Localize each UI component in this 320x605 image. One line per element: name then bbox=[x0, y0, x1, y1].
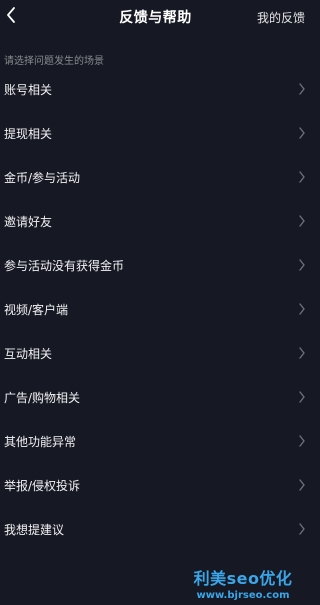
list-item-label: 我想提建议 bbox=[4, 523, 65, 537]
feedback-help-screen: 反馈与帮助 我的反馈 请选择问题发生的场景 账号相关 提现相关 金币/参与活动 … bbox=[0, 0, 311, 605]
watermark-url: www.bjrseo.com bbox=[196, 590, 290, 601]
list-item-interaction[interactable]: 互动相关 bbox=[0, 332, 311, 376]
chevron-right-icon bbox=[299, 171, 305, 183]
list-item-label: 金币/参与活动 bbox=[4, 171, 81, 185]
chevron-right-icon bbox=[299, 523, 305, 535]
list-item-label: 广告/购物相关 bbox=[4, 391, 81, 405]
scenario-list: 账号相关 提现相关 金币/参与活动 邀请好友 参与活动没有获得金币 视频/客户端… bbox=[0, 68, 311, 552]
list-item-video-client[interactable]: 视频/客户端 bbox=[0, 288, 311, 332]
nav-bar: 反馈与帮助 我的反馈 bbox=[0, 0, 311, 33]
list-item-invite-friends[interactable]: 邀请好友 bbox=[0, 200, 311, 244]
list-item-label: 参与活动没有获得金币 bbox=[4, 259, 125, 273]
chevron-right-icon bbox=[299, 127, 305, 139]
list-item-account[interactable]: 账号相关 bbox=[0, 68, 311, 112]
list-item-other-issues[interactable]: 其他功能异常 bbox=[0, 420, 311, 464]
chevron-right-icon bbox=[299, 479, 305, 491]
chevron-right-icon bbox=[299, 347, 305, 359]
list-item-label: 其他功能异常 bbox=[4, 435, 77, 449]
section-label: 请选择问题发生的场景 bbox=[4, 56, 104, 67]
watermark-title: 利美seo优化 bbox=[193, 569, 293, 588]
list-item-report[interactable]: 举报/侵权投诉 bbox=[0, 464, 311, 508]
chevron-right-icon bbox=[299, 435, 305, 447]
my-feedback-link[interactable]: 我的反馈 bbox=[257, 9, 305, 26]
chevron-right-icon bbox=[299, 391, 305, 403]
list-item-label: 视频/客户端 bbox=[4, 303, 69, 317]
list-item-ads-shopping[interactable]: 广告/购物相关 bbox=[0, 376, 311, 420]
list-item-label: 邀请好友 bbox=[4, 215, 53, 229]
list-item-coins-activity[interactable]: 金币/参与活动 bbox=[0, 156, 311, 200]
chevron-right-icon bbox=[299, 259, 305, 271]
chevron-right-icon bbox=[299, 303, 305, 315]
chevron-right-icon bbox=[299, 83, 305, 95]
list-item-label: 举报/侵权投诉 bbox=[4, 479, 81, 493]
list-item-label: 提现相关 bbox=[4, 127, 53, 141]
list-item-label: 账号相关 bbox=[4, 83, 53, 97]
list-item-label: 互动相关 bbox=[4, 347, 53, 361]
list-item-suggestion[interactable]: 我想提建议 bbox=[0, 508, 311, 552]
list-item-withdraw[interactable]: 提现相关 bbox=[0, 112, 311, 156]
chevron-right-icon bbox=[299, 215, 305, 227]
watermark: 利美seo优化 www.bjrseo.com bbox=[183, 565, 303, 601]
list-item-no-coins[interactable]: 参与活动没有获得金币 bbox=[0, 244, 311, 288]
